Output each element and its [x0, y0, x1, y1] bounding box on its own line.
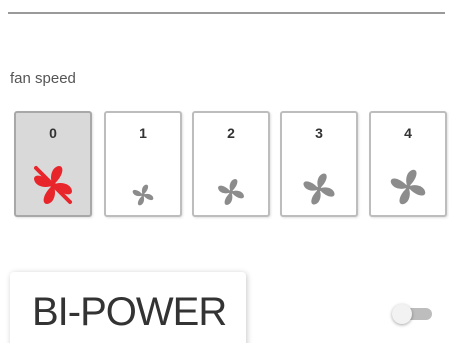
fan-speed-label: fan speed [10, 70, 76, 87]
fan-speed-1-value: 1 [139, 125, 147, 141]
fan-speed-2-value: 2 [227, 125, 235, 141]
fan-speed-0-button[interactable]: 0 [14, 111, 92, 217]
fan-icon [132, 184, 154, 206]
bi-power-toggle[interactable] [392, 304, 436, 324]
bi-power-label: BI-POWER [32, 290, 227, 334]
fan-speed-4-button[interactable]: 4 [369, 111, 447, 217]
divider [8, 12, 445, 14]
fan-speed-2-button[interactable]: 2 [192, 111, 270, 217]
fan-icon [303, 173, 335, 205]
fan-speed-selector: 0 1 2 3 4 [14, 111, 449, 221]
bi-power-label-box: BI-POWER [10, 272, 246, 343]
toggle-knob [392, 304, 412, 324]
fan-speed-3-button[interactable]: 3 [280, 111, 358, 217]
fan-icon [390, 169, 426, 205]
fan-control-panel: fan speed 0 1 2 3 4 BI-POWER [0, 0, 449, 343]
fan-off-icon [34, 166, 72, 204]
fan-speed-0-value: 0 [49, 125, 57, 141]
fan-speed-4-value: 4 [404, 125, 412, 141]
fan-icon [218, 179, 244, 205]
fan-speed-1-button[interactable]: 1 [104, 111, 182, 217]
fan-speed-3-value: 3 [315, 125, 323, 141]
